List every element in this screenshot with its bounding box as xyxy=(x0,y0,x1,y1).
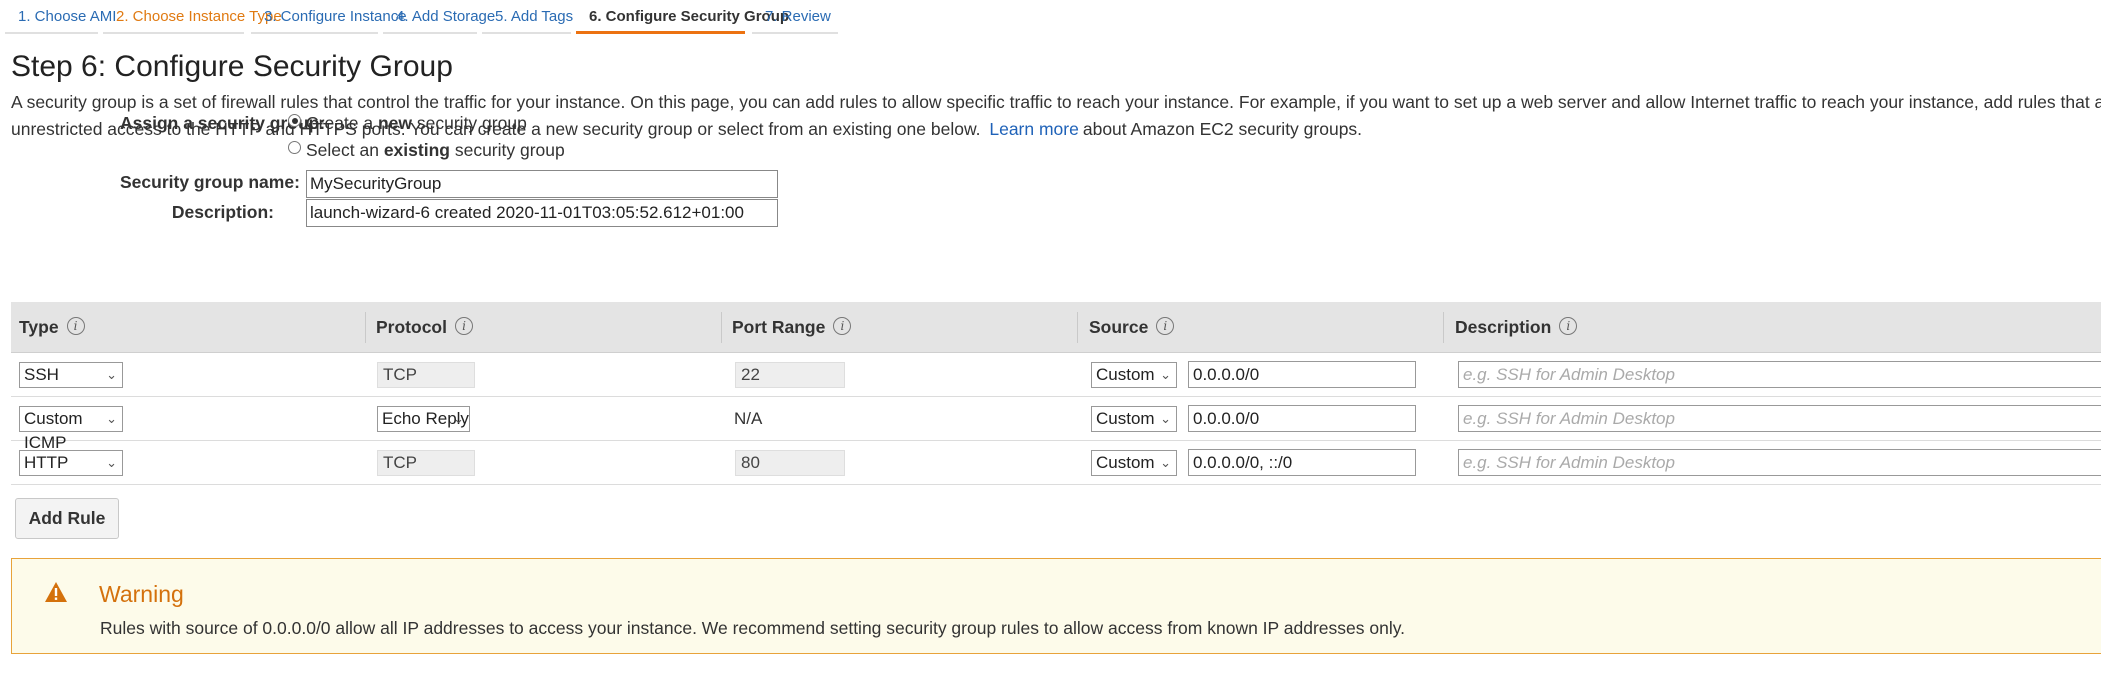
rule-port-input[interactable]: 22 xyxy=(735,362,845,388)
rule-type-select[interactable]: SSH ⌄ xyxy=(19,362,123,388)
option-select-post: security group xyxy=(449,140,565,160)
column-port-range: Port Range i xyxy=(732,302,852,353)
warning-triangle-icon xyxy=(45,582,67,602)
chevron-down-icon: ⌄ xyxy=(1160,367,1171,382)
rule-type-select[interactable]: Custom ICMP ⌄ xyxy=(19,406,123,452)
option-select-bold: existing xyxy=(383,140,450,160)
rule-description-input[interactable]: e.g. SSH for Admin Desktop xyxy=(1458,449,2101,476)
chevron-down-icon: ⌄ xyxy=(106,455,117,470)
option-create-pre: Create a xyxy=(306,113,378,133)
rule-type-select[interactable]: HTTP ⌄ xyxy=(19,450,123,476)
rule-source-mode-select[interactable]: Custom ⌄ xyxy=(1091,450,1177,476)
info-icon[interactable]: i xyxy=(454,317,473,336)
warning-title: Warning xyxy=(99,581,184,607)
rule-source-mode-value: Custom xyxy=(1096,365,1155,384)
info-icon[interactable]: i xyxy=(66,317,85,336)
chevron-down-icon: ⌄ xyxy=(1160,455,1171,470)
rule-row: SSH ⌄ TCP 22 Custom ⌄ 0.0.0.0/0 e.g. SSH f… xyxy=(11,353,2101,397)
description-input[interactable] xyxy=(306,199,778,227)
rule-source-mode-value: Custom xyxy=(1096,453,1155,472)
rules-table-header: Type i Protocol i Port Range i Source i Desc… xyxy=(11,302,2101,353)
column-divider xyxy=(365,312,366,343)
rule-source-mode-select[interactable]: Custom ⌄ xyxy=(1091,362,1177,388)
rule-source-mode-value: Custom xyxy=(1096,409,1155,428)
security-group-name-label: Security group name: xyxy=(120,172,300,192)
column-source-label: Source xyxy=(1089,317,1149,337)
option-create-new-label[interactable]: Create a new security group xyxy=(306,113,527,134)
tab-configure-instance[interactable]: 3. Configure Instance xyxy=(251,0,407,34)
intro-text-end: about Amazon EC2 security groups. xyxy=(1082,119,1363,139)
rule-description-input[interactable]: e.g. SSH for Admin Desktop xyxy=(1458,405,2101,432)
radio-select-existing[interactable] xyxy=(288,141,301,154)
tab-choose-instance-type[interactable]: 2. Choose Instance Type xyxy=(103,0,282,34)
column-protocol-label: Protocol xyxy=(376,317,447,337)
column-description-label: Description xyxy=(1455,317,1552,337)
add-rule-button[interactable]: Add Rule xyxy=(15,498,119,539)
rule-row: HTTP ⌄ TCP 80 Custom ⌄ 0.0.0.0/0, ::/0 e.g… xyxy=(11,441,2101,485)
rule-description-input[interactable]: e.g. SSH for Admin Desktop xyxy=(1458,361,2101,388)
tab-review[interactable]: 7. Review xyxy=(752,0,838,34)
warning-text: Rules with source of 0.0.0.0/0 allow all… xyxy=(100,618,1406,638)
rule-port-input[interactable]: 80 xyxy=(735,450,845,476)
learn-more-link[interactable]: Learn more xyxy=(989,119,1079,139)
rule-source-input[interactable]: 0.0.0.0/0 xyxy=(1188,405,1416,432)
warning-alert: Warning Rules with source of 0.0.0.0/0 a… xyxy=(11,558,2101,654)
wizard-tabs: 1. Choose AMI 2. Choose Instance Type 3.… xyxy=(0,0,2101,38)
rule-source-mode-select[interactable]: Custom ⌄ xyxy=(1091,406,1177,432)
column-description: Description i xyxy=(1455,302,1578,353)
column-type-label: Type xyxy=(19,317,59,337)
rule-source-input[interactable]: 0.0.0.0/0, ::/0 xyxy=(1188,449,1416,476)
tab-choose-ami[interactable]: 1. Choose AMI xyxy=(5,0,116,34)
info-icon[interactable]: i xyxy=(1156,317,1175,336)
column-port-range-label: Port Range xyxy=(732,317,826,337)
tab-add-tags[interactable]: 5. Add Tags xyxy=(482,0,573,34)
column-source: Source i xyxy=(1089,302,1175,353)
column-divider xyxy=(721,312,722,343)
info-icon[interactable]: i xyxy=(833,317,852,336)
column-divider xyxy=(1077,312,1078,343)
rule-type-value: HTTP xyxy=(24,453,69,472)
info-icon[interactable]: i xyxy=(1559,317,1578,336)
description-label: Description: xyxy=(171,202,274,222)
column-protocol: Protocol i xyxy=(376,302,473,353)
rule-type-value: SSH xyxy=(24,365,59,384)
rule-row: Custom ICMP ⌄ Echo Reply ⌄ N/A Custom ⌄ 0.0… xyxy=(11,397,2101,452)
option-select-pre: Select an xyxy=(306,140,384,160)
option-create-bold: new xyxy=(377,113,413,133)
rule-protocol-field: TCP xyxy=(377,450,475,476)
chevron-down-icon: ⌄ xyxy=(453,411,464,426)
chevron-down-icon: ⌄ xyxy=(106,411,117,426)
column-type: Type i xyxy=(19,302,85,353)
option-select-existing-label[interactable]: Select an existing security group xyxy=(306,140,565,161)
rule-protocol-field: TCP xyxy=(377,362,475,388)
column-divider xyxy=(1443,312,1444,343)
tab-configure-security-group[interactable]: 6. Configure Security Group xyxy=(576,0,789,34)
tab-add-storage[interactable]: 4. Add Storage xyxy=(383,0,495,34)
option-create-post: security group xyxy=(412,113,527,133)
rule-port-value: N/A xyxy=(734,409,763,428)
security-group-name-input[interactable] xyxy=(306,170,778,198)
chevron-down-icon: ⌄ xyxy=(106,367,117,382)
assign-security-group-label: Assign a security group: xyxy=(120,113,326,133)
rule-protocol-select[interactable]: Echo Reply ⌄ xyxy=(377,406,470,432)
rule-source-input[interactable]: 0.0.0.0/0 xyxy=(1188,361,1416,388)
radio-create-new[interactable] xyxy=(288,114,301,127)
chevron-down-icon: ⌄ xyxy=(1160,411,1171,426)
page-title: Step 6: Configure Security Group xyxy=(11,50,453,83)
